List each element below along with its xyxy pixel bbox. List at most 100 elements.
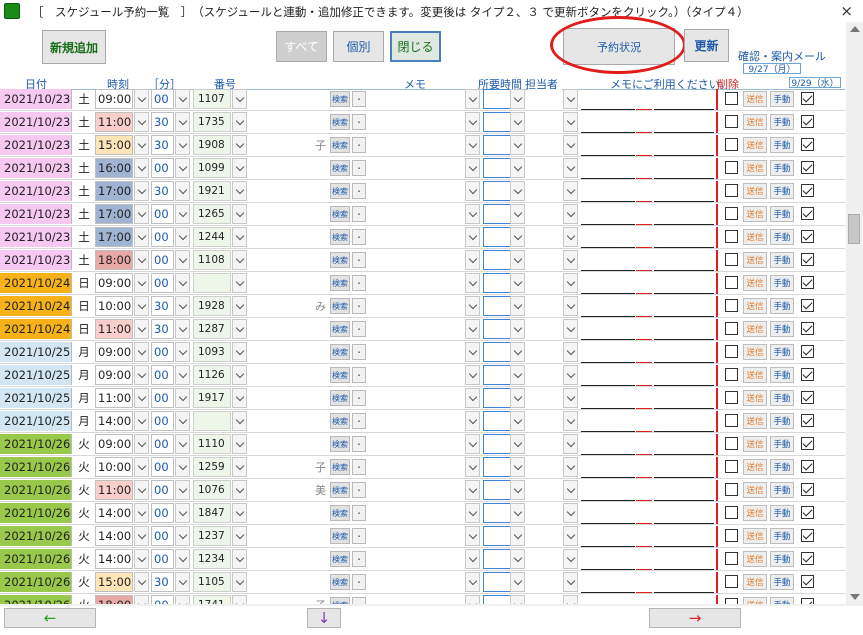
- row-minute-field[interactable]: 00: [151, 158, 174, 178]
- staff-dropdown-icon[interactable]: [563, 296, 578, 316]
- minute-dropdown-icon[interactable]: [175, 503, 190, 523]
- row-duration-field[interactable]: [483, 204, 511, 224]
- dot-button[interactable]: ･: [352, 229, 366, 245]
- delete-checkbox[interactable]: [725, 529, 738, 542]
- manual-button[interactable]: 手動: [770, 413, 794, 429]
- individual-button[interactable]: 個別: [333, 31, 384, 62]
- delete-checkbox[interactable]: [725, 115, 738, 128]
- memo-dropdown-icon[interactable]: [465, 181, 480, 201]
- manual-button[interactable]: 手動: [770, 597, 794, 604]
- dot-button[interactable]: ･: [352, 597, 366, 604]
- time-dropdown-icon[interactable]: [134, 480, 149, 500]
- confirm-checkbox[interactable]: [801, 437, 814, 450]
- manual-button[interactable]: 手動: [770, 436, 794, 452]
- row-number-field[interactable]: 1928: [193, 296, 231, 316]
- minute-dropdown-icon[interactable]: [175, 89, 190, 109]
- search-button[interactable]: 検索: [330, 436, 350, 452]
- time-dropdown-icon[interactable]: [134, 342, 149, 362]
- duration-dropdown-icon[interactable]: [510, 250, 525, 270]
- row-memo[interactable]: [368, 526, 464, 546]
- row-memo[interactable]: [368, 549, 464, 569]
- row-memo[interactable]: [368, 503, 464, 523]
- delete-checkbox[interactable]: [725, 161, 738, 174]
- dot-button[interactable]: ･: [352, 482, 366, 498]
- search-button[interactable]: 検索: [330, 160, 350, 176]
- delete-checkbox[interactable]: [725, 299, 738, 312]
- row-duration-field[interactable]: [483, 273, 511, 293]
- memo-dropdown-icon[interactable]: [465, 319, 480, 339]
- duration-dropdown-icon[interactable]: [510, 296, 525, 316]
- row-time-field[interactable]: 11:00: [95, 112, 133, 132]
- send-button[interactable]: 送信: [743, 390, 767, 406]
- send-button[interactable]: 送信: [743, 183, 767, 199]
- duration-dropdown-icon[interactable]: [510, 549, 525, 569]
- scroll-up-icon[interactable]: [850, 26, 860, 32]
- manual-button[interactable]: 手動: [770, 367, 794, 383]
- number-dropdown-icon[interactable]: [232, 595, 247, 604]
- row-duration-field[interactable]: [483, 365, 511, 385]
- manual-button[interactable]: 手動: [770, 482, 794, 498]
- row-staff-field[interactable]: [528, 135, 562, 155]
- duration-dropdown-icon[interactable]: [510, 89, 525, 109]
- manual-button[interactable]: 手動: [770, 229, 794, 245]
- staff-dropdown-icon[interactable]: [563, 273, 578, 293]
- row-minute-field[interactable]: 00: [151, 273, 174, 293]
- search-button[interactable]: 検索: [330, 183, 350, 199]
- confirm-checkbox[interactable]: [801, 253, 814, 266]
- search-button[interactable]: 検索: [330, 413, 350, 429]
- row-duration-field[interactable]: [483, 549, 511, 569]
- row-number-field[interactable]: 1108: [193, 250, 231, 270]
- row-minute-field[interactable]: 00: [151, 227, 174, 247]
- row-staff-field[interactable]: [528, 227, 562, 247]
- minute-dropdown-icon[interactable]: [175, 135, 190, 155]
- memo-dropdown-icon[interactable]: [465, 388, 480, 408]
- send-button[interactable]: 送信: [743, 367, 767, 383]
- confirm-checkbox[interactable]: [801, 184, 814, 197]
- memo-dropdown-icon[interactable]: [465, 503, 480, 523]
- row-time-field[interactable]: 14:00: [95, 503, 133, 523]
- number-dropdown-icon[interactable]: [232, 227, 247, 247]
- send-button[interactable]: 送信: [743, 344, 767, 360]
- row-number-field[interactable]: 1735: [193, 112, 231, 132]
- time-dropdown-icon[interactable]: [134, 411, 149, 431]
- send-button[interactable]: 送信: [743, 160, 767, 176]
- duration-dropdown-icon[interactable]: [510, 388, 525, 408]
- row-memo[interactable]: [368, 319, 464, 339]
- search-button[interactable]: 検索: [330, 390, 350, 406]
- confirm-checkbox[interactable]: [801, 207, 814, 220]
- manual-button[interactable]: 手動: [770, 137, 794, 153]
- row-staff-field[interactable]: [528, 595, 562, 604]
- delete-checkbox[interactable]: [725, 460, 738, 473]
- confirm-checkbox[interactable]: [801, 115, 814, 128]
- dot-button[interactable]: ･: [352, 275, 366, 291]
- row-time-field[interactable]: 18:00: [95, 595, 133, 604]
- scroll-down-icon[interactable]: [850, 594, 860, 600]
- delete-checkbox[interactable]: [725, 414, 738, 427]
- dot-button[interactable]: ･: [352, 436, 366, 452]
- time-dropdown-icon[interactable]: [134, 572, 149, 592]
- duration-dropdown-icon[interactable]: [510, 112, 525, 132]
- row-memo[interactable]: [368, 572, 464, 592]
- time-dropdown-icon[interactable]: [134, 112, 149, 132]
- memo-dropdown-icon[interactable]: [465, 112, 480, 132]
- confirm-checkbox[interactable]: [801, 345, 814, 358]
- memo-dropdown-icon[interactable]: [465, 572, 480, 592]
- row-number-field[interactable]: 1107: [193, 89, 231, 109]
- delete-checkbox[interactable]: [725, 207, 738, 220]
- row-staff-field[interactable]: [528, 250, 562, 270]
- manual-button[interactable]: 手動: [770, 91, 794, 107]
- row-memo[interactable]: [368, 457, 464, 477]
- duration-dropdown-icon[interactable]: [510, 227, 525, 247]
- staff-dropdown-icon[interactable]: [563, 549, 578, 569]
- row-number-field[interactable]: 1244: [193, 227, 231, 247]
- number-dropdown-icon[interactable]: [232, 457, 247, 477]
- confirm-checkbox[interactable]: [801, 230, 814, 243]
- manual-button[interactable]: 手動: [770, 574, 794, 590]
- row-memo[interactable]: [368, 250, 464, 270]
- search-button[interactable]: 検索: [330, 482, 350, 498]
- memo-dropdown-icon[interactable]: [465, 595, 480, 604]
- row-minute-field[interactable]: 00: [151, 411, 174, 431]
- duration-dropdown-icon[interactable]: [510, 434, 525, 454]
- staff-dropdown-icon[interactable]: [563, 250, 578, 270]
- staff-dropdown-icon[interactable]: [563, 388, 578, 408]
